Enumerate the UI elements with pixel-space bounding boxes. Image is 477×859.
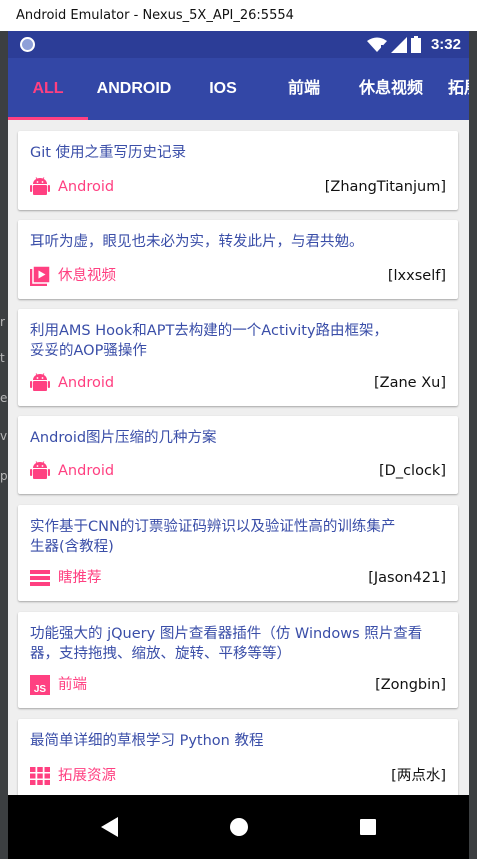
- device-screen: 3:32 ALL ANDROID IOS 前端 休息视频 拓展 Git 使用之重…: [8, 31, 469, 859]
- grid-icon: [30, 767, 50, 785]
- emulator-window-title: Android Emulator - Nexus_5X_API_26:5554: [0, 0, 477, 31]
- wifi-icon: [366, 37, 387, 52]
- card-title: 功能强大的 jQuery 图片查看器插件（仿 Windows 照片查看器，支持拖…: [30, 626, 423, 662]
- card-title: 耳听为虚，眼见也未必为实，转发此片，与君共勉。: [30, 234, 364, 250]
- card-author: [Zongbin]: [375, 677, 446, 693]
- js-icon: JS: [30, 675, 50, 695]
- feed-card[interactable]: 功能强大的 jQuery 图片查看器插件（仿 Windows 照片查看器，支持拖…: [18, 612, 458, 708]
- signal-icon: [390, 36, 407, 53]
- svg-text:JS: JS: [34, 684, 47, 695]
- android-icon: [30, 373, 50, 391]
- card-category: 瞎推荐: [58, 570, 102, 586]
- card-author: [D_clock]: [379, 463, 446, 479]
- tab-ios[interactable]: IOS: [193, 58, 253, 120]
- card-author: [Jason421]: [368, 570, 446, 586]
- feed-card[interactable]: 利用AMS Hook和APT去构建的一个Activity路由框架，妥妥的AOP骚…: [18, 309, 458, 406]
- tab-android[interactable]: ANDROID: [94, 58, 174, 120]
- navigation-bar: [8, 795, 469, 859]
- android-icon: [30, 177, 50, 195]
- card-category: 拓展资源: [58, 768, 116, 784]
- tab-all[interactable]: ALL: [8, 58, 88, 120]
- card-title: Android图片压缩的几种方案: [30, 430, 217, 446]
- tab-frontend[interactable]: 前端: [272, 58, 336, 120]
- status-time: 3:32: [430, 36, 461, 53]
- tab-rest-video[interactable]: 休息视频: [352, 58, 430, 120]
- card-author: [lxxself]: [387, 268, 446, 284]
- recents-icon[interactable]: [356, 815, 380, 839]
- card-author: [Zane Xu]: [374, 375, 446, 391]
- feed-card[interactable]: Android图片压缩的几种方案 Android [D_clock]: [18, 416, 458, 494]
- background-ide-strip-right: [469, 31, 477, 859]
- home-icon[interactable]: [227, 815, 251, 839]
- card-category: Android: [58, 375, 115, 391]
- android-icon: [30, 461, 50, 479]
- notification-icon: [20, 37, 35, 52]
- back-icon[interactable]: [98, 815, 122, 839]
- tab-extend[interactable]: 拓展: [448, 58, 469, 120]
- feed-list[interactable]: Git 使用之重写历史记录 Android [ZhangTitanjum] 耳听…: [8, 120, 469, 795]
- feed-card[interactable]: 实作基于CNN的订票验证码辨识以及验证性高的训练集产生器(含教程) 瞎推荐 [J…: [18, 505, 458, 601]
- card-author: [ZhangTitanjum]: [324, 179, 446, 195]
- card-category: 休息视频: [58, 268, 116, 284]
- card-category: Android: [58, 179, 115, 195]
- video-icon: [30, 266, 50, 286]
- category-tab-bar: ALL ANDROID IOS 前端 休息视频 拓展: [8, 58, 469, 120]
- card-title: Git 使用之重写历史记录: [30, 145, 187, 161]
- list-icon: [30, 570, 50, 586]
- background-ide-strip: r t e v p: [0, 31, 8, 859]
- status-bar: 3:32: [8, 31, 469, 58]
- feed-card[interactable]: 最简单详细的草根学习 Python 教程 拓展资源 [两点水]: [18, 719, 458, 795]
- card-author: [两点水]: [391, 768, 446, 784]
- card-title: 利用AMS Hook和APT去构建的一个Activity路由框架，妥妥的AOP骚…: [30, 323, 389, 359]
- card-title: 最简单详细的草根学习 Python 教程: [30, 733, 264, 749]
- battery-icon: [410, 36, 421, 53]
- card-category: Android: [58, 463, 115, 479]
- card-category: 前端: [58, 677, 87, 693]
- card-title: 实作基于CNN的订票验证码辨识以及验证性高的训练集产生器(含教程): [30, 519, 396, 555]
- feed-card[interactable]: 耳听为虚，眼见也未必为实，转发此片，与君共勉。 休息视频 [lxxself]: [18, 220, 458, 299]
- feed-card[interactable]: Git 使用之重写历史记录 Android [ZhangTitanjum]: [18, 131, 458, 210]
